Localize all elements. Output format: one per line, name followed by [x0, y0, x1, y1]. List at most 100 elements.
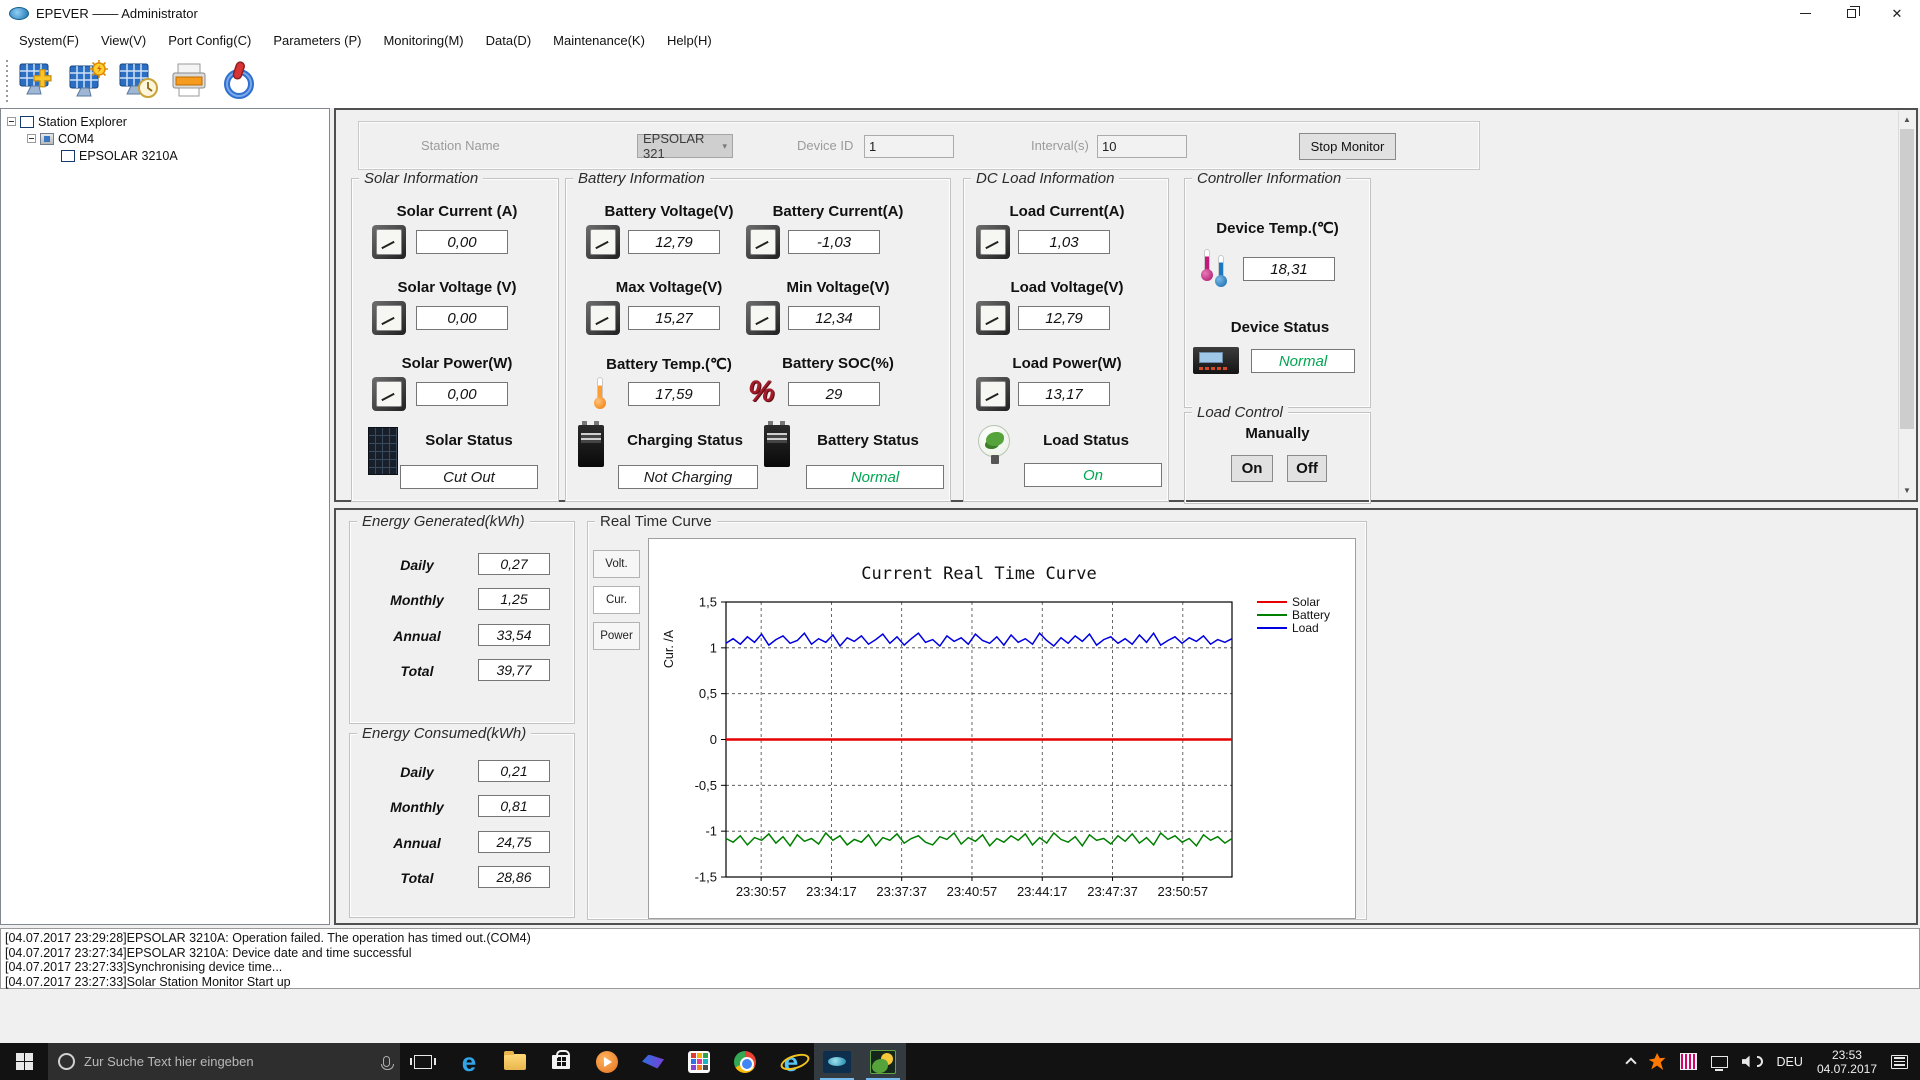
group-title: DC Load Information: [971, 170, 1120, 187]
store-icon: [552, 1049, 570, 1069]
volume-button[interactable]: [1741, 1055, 1763, 1068]
taskbar-internet-explorer[interactable]: e: [768, 1043, 814, 1080]
menu-view[interactable]: View(V): [90, 29, 157, 52]
monthly-label: Monthly: [390, 799, 444, 815]
language-indicator[interactable]: DEU: [1777, 1055, 1803, 1069]
minimize-button[interactable]: [1782, 0, 1828, 27]
tree-item-epsolar-3210a[interactable]: EPSOLAR 3210A: [1, 147, 329, 164]
energy-consumed-group: Energy Consumed(kWh) Daily 0,21 Monthly …: [349, 725, 575, 918]
svg-text:-1,5: -1,5: [695, 870, 717, 885]
manually-label: Manually: [1245, 425, 1310, 442]
menu-port-config[interactable]: Port Config(C): [157, 29, 262, 52]
action-center-icon[interactable]: [1891, 1054, 1908, 1069]
add-station-button[interactable]: [14, 56, 64, 106]
taskbar-app-grid[interactable]: [676, 1043, 722, 1080]
taskbar-epever-app[interactable]: [814, 1043, 860, 1080]
menu-help[interactable]: Help(H): [656, 29, 723, 52]
tree-item-com4[interactable]: COM4: [1, 130, 329, 147]
controller-icon: [1193, 347, 1239, 374]
station-name-value: EPSOLAR 321: [643, 131, 705, 161]
percent-icon: %: [748, 375, 775, 408]
scroll-down-icon[interactable]: ▼: [1899, 482, 1915, 499]
task-view-button[interactable]: [400, 1043, 446, 1080]
load-voltage-value: 12,79: [1018, 306, 1110, 330]
group-title: Solar Information: [359, 170, 484, 187]
gauge-icon: [976, 377, 1010, 411]
group-title: Battery Information: [573, 170, 710, 187]
realtime-chart: 1,5 1 0,5 0 -0,5 -1 -1,5 23:30:57 23:34:17 23:37:…: [648, 538, 1356, 919]
battery-current-value: -1,03: [788, 230, 880, 254]
taskbar-store[interactable]: [538, 1043, 584, 1080]
device-id-field[interactable]: [864, 135, 954, 158]
tree-label: EPSOLAR 3210A: [79, 148, 178, 163]
chevron-down-icon: ▾: [722, 140, 727, 151]
window-title: EPEVER —— Administrator: [36, 6, 198, 21]
load-status-value: On: [1024, 463, 1162, 487]
chrome-icon: [734, 1050, 756, 1073]
menu-monitoring[interactable]: Monitoring(M): [372, 29, 474, 52]
tab-cur[interactable]: Cur.: [593, 586, 640, 614]
battery-temp-value: 17,59: [628, 382, 720, 406]
taskbar-file-explorer[interactable]: [492, 1043, 538, 1080]
microphone-icon[interactable]: [381, 1056, 394, 1070]
scrollbar-thumb[interactable]: [1900, 129, 1914, 429]
taskbar-search[interactable]: Zur Suche Text hier eingeben: [48, 1043, 400, 1080]
print-icon: [172, 63, 206, 96]
antivirus-tray-icon[interactable]: [1648, 1053, 1666, 1070]
svg-text:-1: -1: [705, 824, 717, 839]
solar-power-label: Solar Power(W): [401, 355, 513, 372]
gauge-icon: [586, 301, 620, 335]
close-button[interactable]: ✕: [1874, 0, 1920, 27]
exit-button[interactable]: [214, 56, 264, 106]
taskbar: Zur Suche Text hier eingeben e e DEU 23:…: [0, 1043, 1920, 1080]
print-button[interactable]: [164, 56, 214, 106]
taskbar-video-player[interactable]: [630, 1043, 676, 1080]
menu-data[interactable]: Data(D): [475, 29, 543, 52]
taskbar-chrome[interactable]: [722, 1043, 768, 1080]
tray-expand-icon[interactable]: [1624, 1057, 1637, 1069]
stop-monitor-button[interactable]: Stop Monitor: [1299, 133, 1396, 160]
device-temp-value: 18,31: [1243, 257, 1335, 281]
taskbar-media-player[interactable]: [584, 1043, 630, 1080]
group-title: Load Control: [1192, 404, 1288, 421]
svg-text:1,5: 1,5: [699, 595, 717, 610]
screen: EPEVER —— Administrator ✕ System(F) View…: [0, 0, 1920, 1080]
svg-text:23:37:37: 23:37:37: [876, 884, 927, 899]
min-voltage-value: 12,34: [788, 306, 880, 330]
monthly-value: 1,25: [478, 588, 550, 610]
tree-item-station-explorer[interactable]: Station Explorer: [1, 113, 329, 130]
minimize-icon: [1799, 13, 1811, 14]
media-player-icon: [596, 1050, 618, 1073]
network-icon[interactable]: [1710, 1055, 1728, 1071]
interval-field[interactable]: [1097, 135, 1187, 158]
collapse-icon[interactable]: [7, 117, 16, 126]
station-time-button[interactable]: [114, 56, 164, 106]
battery-soc-label: Battery SOC(%): [782, 355, 894, 372]
menu-maintenance[interactable]: Maintenance(K): [542, 29, 656, 52]
device-id-field-wrap: [864, 135, 954, 158]
taskbar-solar-monitor-app[interactable]: [860, 1043, 906, 1080]
svg-text:0,5: 0,5: [699, 686, 717, 701]
internet-explorer-icon: e: [783, 1046, 799, 1077]
load-on-button[interactable]: On: [1231, 455, 1273, 482]
load-off-button[interactable]: Off: [1287, 455, 1327, 482]
toolbar-grip: [5, 59, 8, 102]
start-button[interactable]: [0, 1043, 48, 1080]
collapse-icon[interactable]: [27, 134, 36, 143]
tab-power[interactable]: Power: [593, 622, 640, 650]
clock[interactable]: 23:53 04.07.2017: [1817, 1048, 1877, 1076]
epever-logo-icon: [9, 7, 29, 20]
station-settings-button[interactable]: [64, 56, 114, 106]
taskbar-edge[interactable]: e: [446, 1043, 492, 1080]
striped-tray-icon[interactable]: [1679, 1053, 1697, 1070]
station-name-select[interactable]: EPSOLAR 321 ▾: [637, 131, 733, 161]
group-title: Energy Generated(kWh): [357, 513, 530, 530]
menu-parameters[interactable]: Parameters (P): [262, 29, 372, 52]
menu-system[interactable]: System(F): [8, 29, 90, 52]
restore-button[interactable]: [1828, 0, 1874, 27]
solar-information-group: Solar Information Solar Current (A) 0,00…: [351, 170, 559, 502]
scroll-up-icon[interactable]: ▲: [1899, 111, 1915, 128]
tab-volt[interactable]: Volt.: [593, 550, 640, 578]
vertical-scrollbar[interactable]: ▲ ▼: [1898, 111, 1915, 499]
close-icon: ✕: [1891, 5, 1903, 21]
